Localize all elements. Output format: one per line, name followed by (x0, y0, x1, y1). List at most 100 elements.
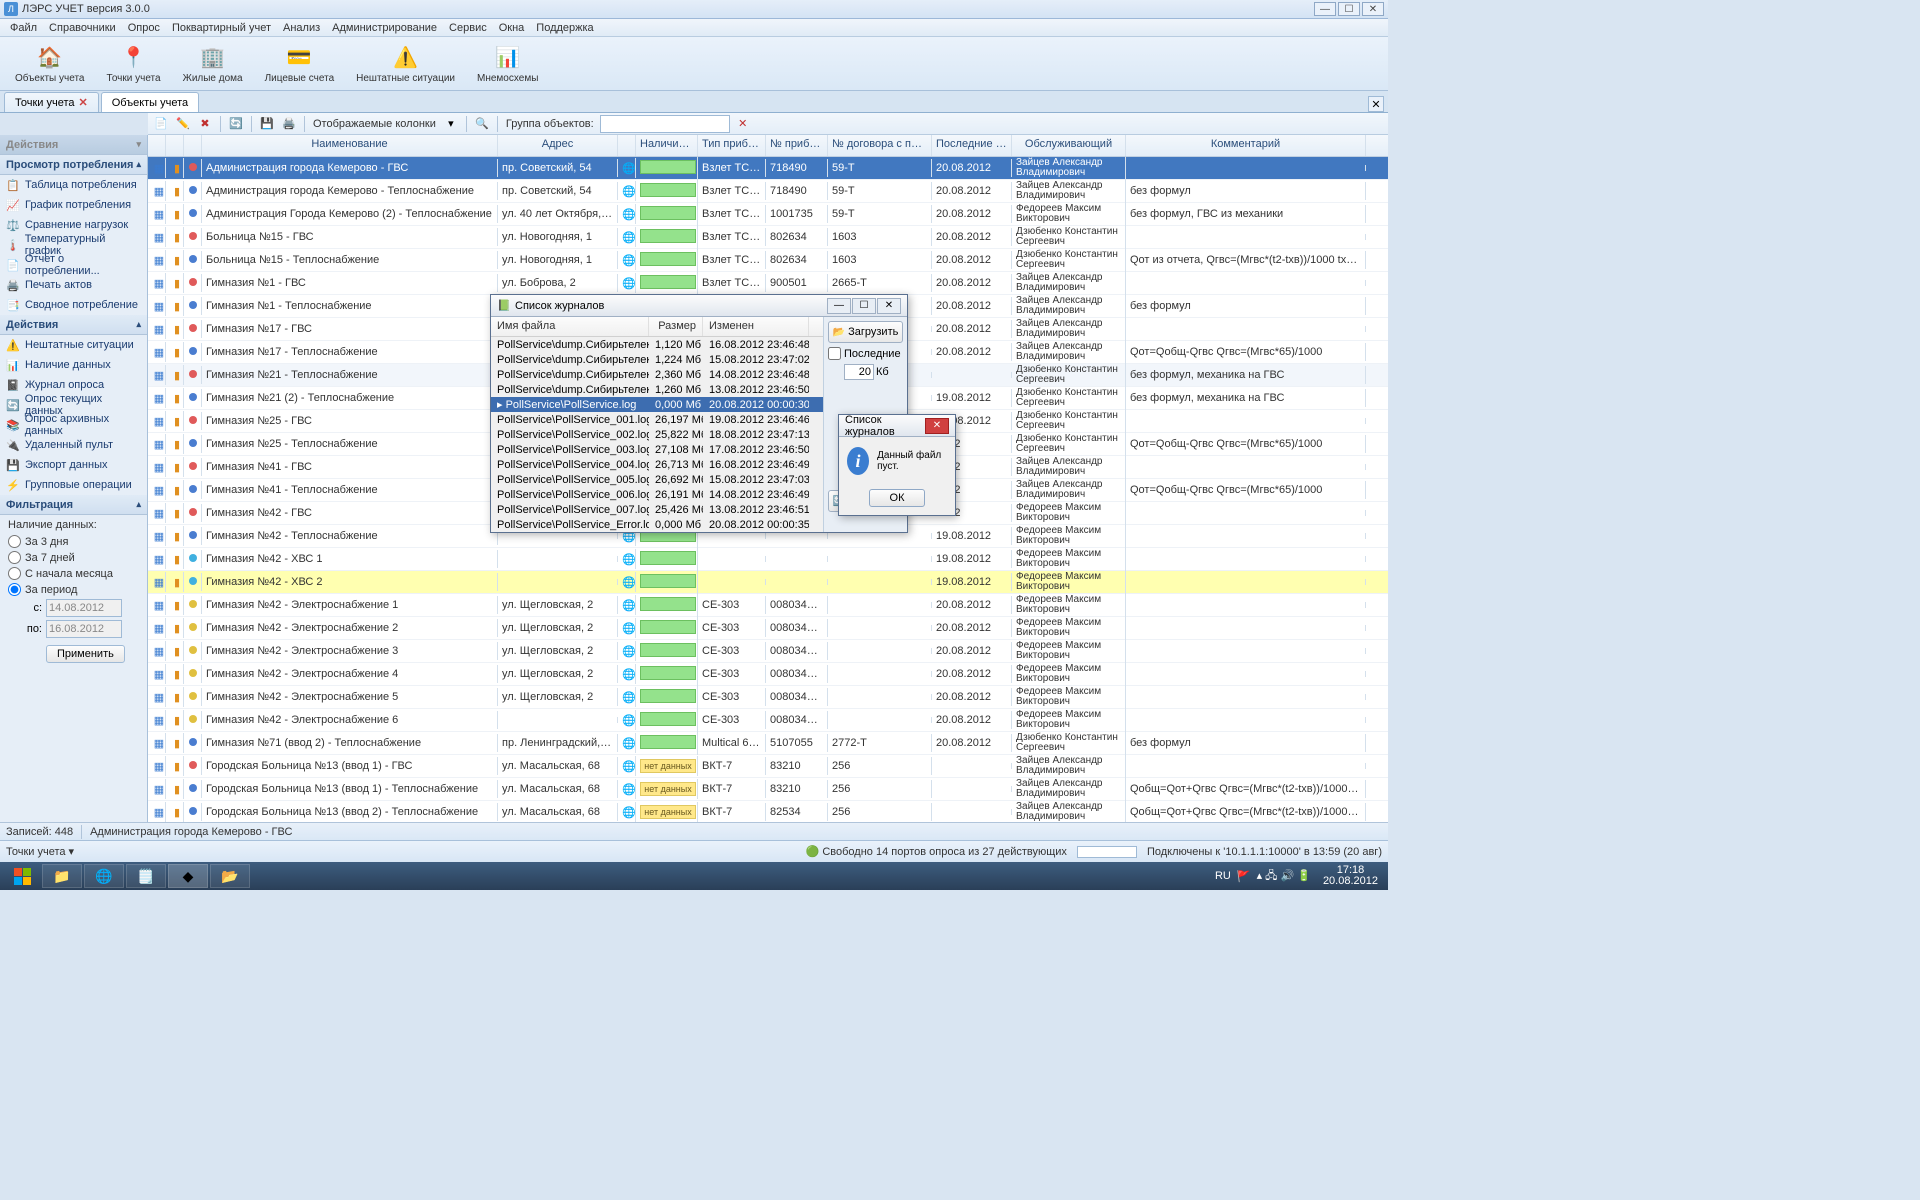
dialog-titlebar[interactable]: 📗 Список журналов — ☐ ✕ (491, 295, 907, 317)
filter-opt-monthstart[interactable]: С начала месяца (8, 567, 139, 580)
tray-clock[interactable]: 17:1820.08.2012 (1317, 865, 1384, 887)
taskbar-app-icon[interactable]: ◆ (168, 864, 208, 888)
file-col-name[interactable]: Имя файла (491, 317, 649, 336)
filter-apply-button[interactable]: Применить (46, 645, 125, 663)
sec3items-item-7[interactable]: ⚡Групповые операции (0, 475, 147, 495)
sec3items-item-1[interactable]: 📊Наличие данных (0, 355, 147, 375)
col-9[interactable]: № договора с поставщ... (828, 135, 932, 156)
file-row[interactable]: ▸ PollService\PollService.log0,000 Мб20.… (491, 397, 823, 412)
sec2items-item-6[interactable]: 📑Сводное потребление (0, 295, 147, 315)
kb-input[interactable] (844, 364, 874, 380)
toolbar-btn-0[interactable]: 🏠Объекты учета (8, 39, 92, 88)
grid-row[interactable]: ▦▮Гимназия №42 - Электроснабжение 4ул. Щ… (148, 663, 1388, 686)
sec3items-item-2[interactable]: 📓Журнал опроса (0, 375, 147, 395)
sidebar-section-consumption[interactable]: Просмотр потребления▴ (0, 155, 147, 175)
toolbar-btn-3[interactable]: 💳Лицевые счета (258, 39, 342, 88)
close-tab-button[interactable]: ✕ (1368, 96, 1384, 112)
file-row[interactable]: PollService\dump.Сибирьтелеком_9(0)_00..… (491, 367, 823, 382)
col-6[interactable]: Наличие данных (636, 135, 698, 156)
toolbar-btn-1[interactable]: 📍Точки учета (100, 39, 168, 88)
grid-row[interactable]: ▦▮Городская Больница №13 (ввод 2) - Тепл… (148, 801, 1388, 822)
col-3[interactable]: Наименование (202, 135, 498, 156)
sec2items-item-0[interactable]: 📋Таблица потребления (0, 175, 147, 195)
filter-opt-period[interactable]: За период (8, 583, 139, 596)
grid-row[interactable]: ▦▮Гимназия №42 - Электроснабжение 2ул. Щ… (148, 617, 1388, 640)
sidebar-section-filter[interactable]: Фильтрация▴ (0, 495, 147, 515)
msg-ok-button[interactable]: ОК (869, 489, 926, 507)
sec2items-item-4[interactable]: 📄Отчет о потреблении... (0, 255, 147, 275)
close-button[interactable]: ✕ (1362, 2, 1384, 16)
menu-3[interactable]: Поквартирный учет (166, 22, 277, 34)
menu-1[interactable]: Справочники (43, 22, 122, 34)
grid-row[interactable]: ▦▮Гимназия №71 (ввод 2) - Теплоснабжение… (148, 732, 1388, 755)
grid-row[interactable]: ▦▮Гимназия №42 - Электроснабжение 6🌐CE-3… (148, 709, 1388, 732)
grid-row[interactable]: ▦▮Гимназия №42 - ХВС 1🌐19.08.2012Федорее… (148, 548, 1388, 571)
file-row[interactable]: PollService\PollService_002.log25,822 Мб… (491, 427, 823, 442)
dialog-minimize-button[interactable]: — (827, 298, 851, 314)
toolbar-btn-2[interactable]: 🏢Жилые дома (176, 39, 250, 88)
recent-checkbox[interactable]: Последние (828, 347, 903, 360)
tray-lang[interactable]: RU (1215, 870, 1231, 882)
taskbar-notes-icon[interactable]: 🗒️ (126, 864, 166, 888)
menu-2[interactable]: Опрос (122, 22, 166, 34)
grid-row[interactable]: ▦▮Гимназия №1 - ГВСул. Боброва, 2🌐Взлет … (148, 272, 1388, 295)
maximize-button[interactable]: ☐ (1338, 2, 1360, 16)
tray-flag-icon[interactable]: 🚩 (1237, 870, 1251, 883)
file-row[interactable]: PollService\PollService_003.log27,108 Мб… (491, 442, 823, 457)
file-row[interactable]: PollService\dump.Сибирьтелеком_9(0)_00..… (491, 337, 823, 352)
tab-1[interactable]: Объекты учета (101, 92, 199, 112)
group-input[interactable] (600, 115, 730, 133)
tab-0[interactable]: Точки учета✕ (4, 92, 99, 112)
menu-7[interactable]: Окна (493, 22, 531, 34)
grid-row[interactable]: ▦▮Больница №15 - Теплоснабжениеул. Новог… (148, 249, 1388, 272)
col-8[interactable]: № прибора (766, 135, 828, 156)
toolbar-btn-5[interactable]: 📊Мнемосхемы (470, 39, 545, 88)
file-row[interactable]: PollService\PollService_006.log26,191 Мб… (491, 487, 823, 502)
col-0[interactable] (148, 135, 166, 156)
columns-dropdown[interactable]: ▾ (442, 115, 460, 133)
minimize-button[interactable]: — (1314, 2, 1336, 16)
file-row[interactable]: PollService\dump.Сибирьтелеком_9(0)_00..… (491, 352, 823, 367)
refresh-icon[interactable]: 🔄 (227, 115, 245, 133)
col-1[interactable] (166, 135, 184, 156)
filter-icon[interactable]: 🔍 (473, 115, 491, 133)
taskbar-chrome-icon[interactable]: 🌐 (84, 864, 124, 888)
grid-row[interactable]: ▦▮Гимназия №42 - Электроснабжение 1ул. Щ… (148, 594, 1388, 617)
tab-close-icon[interactable]: ✕ (79, 96, 88, 109)
edit-icon[interactable]: ✏️ (174, 115, 192, 133)
col-2[interactable] (184, 135, 202, 156)
col-4[interactable]: Адрес (498, 135, 618, 156)
taskbar-folder-icon[interactable]: 📂 (210, 864, 250, 888)
delete-icon[interactable]: ✖ (196, 115, 214, 133)
save-icon[interactable]: 💾 (258, 115, 276, 133)
tray-icons[interactable]: ▴ 🖧 🔊 🔋 (1257, 867, 1311, 886)
menu-0[interactable]: Файл (4, 22, 43, 34)
dialog-close-button[interactable]: ✕ (877, 298, 901, 314)
grid-row[interactable]: ▦▮Администрация города Кемерово - Теплос… (148, 180, 1388, 203)
sec2items-item-5[interactable]: 🖨️Печать актов (0, 275, 147, 295)
col-7[interactable]: Тип прибора (698, 135, 766, 156)
taskbar-explorer-icon[interactable]: 📁 (42, 864, 82, 888)
filter-to-input[interactable] (46, 620, 122, 638)
grid-row[interactable]: ▦▮Городская Больница №13 (ввод 1) - Тепл… (148, 778, 1388, 801)
new-icon[interactable]: 📄 (152, 115, 170, 133)
group-clear-icon[interactable]: ✕ (734, 115, 752, 133)
menu-8[interactable]: Поддержка (530, 22, 599, 34)
msg-titlebar[interactable]: Список журналов ✕ (839, 415, 955, 437)
menu-6[interactable]: Сервис (443, 22, 493, 34)
col-5[interactable] (618, 135, 636, 156)
file-row[interactable]: PollService\PollService_007.log25,426 Мб… (491, 502, 823, 517)
load-button[interactable]: 📂 Загрузить (828, 321, 903, 343)
dialog-maximize-button[interactable]: ☐ (852, 298, 876, 314)
filter-from-input[interactable] (46, 599, 122, 617)
col-12[interactable]: Комментарий (1126, 135, 1366, 156)
file-row[interactable]: PollService\PollService_005.log26,692 Мб… (491, 472, 823, 487)
sec3items-item-4[interactable]: 📚Опрос архивных данных (0, 415, 147, 435)
grid-row[interactable]: ▦▮Больница №15 - ГВСул. Новогодняя, 1🌐Вз… (148, 226, 1388, 249)
grid-row[interactable]: ▦▮Городская Больница №13 (ввод 1) - ГВСу… (148, 755, 1388, 778)
grid-row[interactable]: ▦▮Гимназия №42 - ХВС 2🌐19.08.2012Федорее… (148, 571, 1388, 594)
menu-4[interactable]: Анализ (277, 22, 326, 34)
sec3items-item-5[interactable]: 🔌Удаленный пульт (0, 435, 147, 455)
file-row[interactable]: PollService\PollService_004.log26,713 Мб… (491, 457, 823, 472)
sec3items-item-3[interactable]: 🔄Опрос текущих данных (0, 395, 147, 415)
